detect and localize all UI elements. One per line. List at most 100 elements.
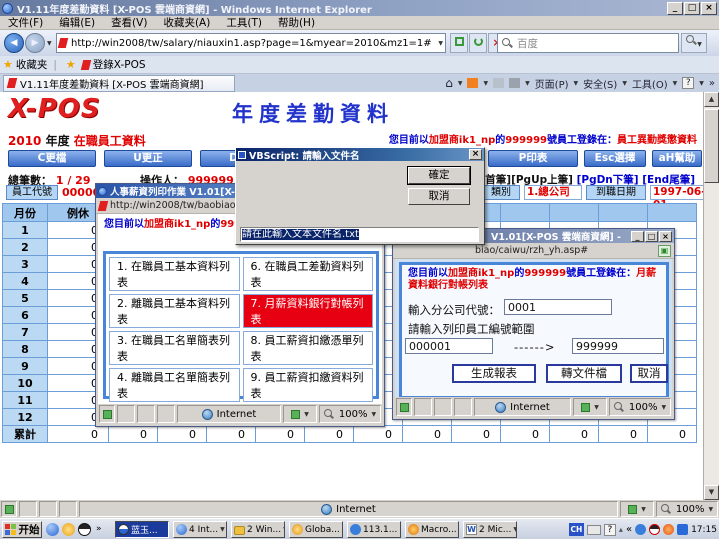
maximize-icon[interactable]: □ xyxy=(645,231,658,242)
toolbar-button-p[interactable]: P印表 xyxy=(488,150,578,167)
command-0[interactable]: 页面(P) xyxy=(535,76,569,91)
task-button-2[interactable]: 2 Win...▼ xyxy=(231,521,285,538)
print-menu-item[interactable]: 1. 在職員工基本資料列表 xyxy=(109,257,240,291)
favorites-label[interactable]: 收藏夹 xyxy=(16,57,48,72)
command-1[interactable]: 安全(S) xyxy=(583,76,617,91)
close-icon[interactable]: × xyxy=(469,149,482,160)
maximize-button[interactable]: □ xyxy=(684,2,700,15)
filename-input[interactable]: 請在此輸入文本文件名.txt xyxy=(240,227,479,242)
search-button[interactable]: ▼ xyxy=(681,33,707,53)
hire-date-value[interactable]: 1997-06-01 xyxy=(650,185,703,200)
quicklaunch-ie-icon[interactable] xyxy=(46,523,59,536)
menu-item-1[interactable]: 编辑(E) xyxy=(51,15,103,30)
tray-security-icon[interactable] xyxy=(663,524,674,535)
tray-qq-icon[interactable] xyxy=(649,524,660,535)
compatibility-view-icon[interactable] xyxy=(450,33,468,53)
tray-arrow-icon[interactable]: ▴ xyxy=(619,525,623,534)
task-button-5[interactable]: Macro... xyxy=(405,521,459,538)
tab-active[interactable]: V1.11年度差勤資料 [X-POS 雲端商資網] xyxy=(3,75,235,92)
close-button[interactable]: × xyxy=(701,2,717,15)
print-menu-item-selected[interactable]: 7. 月薪資料銀行對帳列表 xyxy=(243,294,374,328)
chevron-more-icon[interactable]: » xyxy=(709,78,715,89)
menu-item-0[interactable]: 文件(F) xyxy=(0,15,51,30)
toolbar-button-c[interactable]: C更檔 xyxy=(8,150,96,167)
feeds-icon[interactable] xyxy=(467,78,478,88)
ok-button[interactable]: 確定 xyxy=(408,167,470,184)
page-scrollbar[interactable]: ▲ ▼ xyxy=(703,92,719,500)
dropdown-icon[interactable]: ▼ xyxy=(673,80,678,87)
scroll-thumb[interactable] xyxy=(704,109,719,183)
protected-mode-segment[interactable]: ▼ xyxy=(283,405,317,423)
cancel-button[interactable]: 取消 xyxy=(408,188,470,205)
value-cell[interactable]: 0 xyxy=(256,426,305,443)
compatibility-view-icon[interactable]: ▣ xyxy=(658,245,671,257)
search-input[interactable]: 百度 xyxy=(497,33,679,53)
print-menu-item[interactable]: 6. 在職員工差勤資料列表 xyxy=(243,257,374,291)
scroll-down-icon[interactable]: ▼ xyxy=(704,485,719,500)
home-icon[interactable]: ⌂ xyxy=(445,76,453,90)
quicklaunch-chevron-icon[interactable]: » xyxy=(96,524,102,534)
value-cell[interactable]: 0 xyxy=(158,426,207,443)
branch-code-field[interactable]: 0001 xyxy=(504,299,612,315)
print-icon[interactable] xyxy=(509,78,520,88)
favorites-star-icon[interactable]: ★ xyxy=(3,58,13,71)
emp-to-field[interactable]: 999999 xyxy=(572,338,664,354)
language-indicator[interactable]: CH xyxy=(569,523,584,536)
quicklaunch-wangwang-icon[interactable] xyxy=(62,523,75,536)
print-menu-item[interactable]: 4. 離職員工名單簡表列表 xyxy=(109,368,240,402)
tray-scheduler-icon[interactable] xyxy=(677,524,688,535)
scroll-up-icon[interactable]: ▲ xyxy=(704,92,719,107)
close-icon[interactable]: × xyxy=(659,231,672,242)
menu-item-3[interactable]: 收藏夹(A) xyxy=(155,15,218,30)
emp-from-field[interactable]: 000001 xyxy=(405,338,493,354)
type-value[interactable]: 1.總公司 xyxy=(524,185,582,200)
value-cell[interactable]: 0 xyxy=(207,426,256,443)
quicklaunch-qq-icon[interactable] xyxy=(78,523,91,536)
value-cell[interactable]: 0 xyxy=(648,426,697,443)
generate-report-button[interactable]: 生成報表 xyxy=(452,364,536,383)
task-button-1[interactable]: 4 Int...▼ xyxy=(173,521,227,538)
dropdown-icon[interactable]: ▼ xyxy=(574,80,579,87)
address-bar[interactable]: http://win2008/tw/salary/niauxin1.asp?pa… xyxy=(56,33,446,53)
task-button-4[interactable]: 113.1... xyxy=(347,521,401,538)
menu-item-5[interactable]: 帮助(H) xyxy=(270,15,323,30)
protected-mode-segment[interactable]: ▼ xyxy=(573,398,607,416)
zoom-control[interactable]: 100%▼ xyxy=(319,405,381,423)
recent-pages-dropdown-icon[interactable]: ▼ xyxy=(47,40,52,47)
menu-item-2[interactable]: 查看(V) xyxy=(103,15,155,30)
value-cell[interactable]: 0 xyxy=(452,426,501,443)
back-button[interactable]: ◀ xyxy=(4,33,24,53)
value-cell[interactable]: 0 xyxy=(354,426,403,443)
zoom-control[interactable]: 100%▼ xyxy=(656,501,718,517)
cancel-button[interactable]: 取消 xyxy=(630,364,668,383)
task-button-6[interactable]: W2 Mic...▼ xyxy=(463,521,517,538)
print-menu-item[interactable]: 3. 在職員工名單簡表列表 xyxy=(109,331,240,365)
task-button-3[interactable]: Globa... xyxy=(289,521,343,538)
minimize-icon[interactable]: _ xyxy=(631,231,644,242)
value-cell[interactable]: 0 xyxy=(550,426,599,443)
protected-mode-segment[interactable]: ▼ xyxy=(620,501,654,517)
start-button[interactable]: 开始 xyxy=(2,521,42,538)
print-menu-item[interactable]: 2. 離職員工基本資料列表 xyxy=(109,294,240,328)
toolbar-button-esc[interactable]: Esc選擇 xyxy=(584,150,646,167)
window2-address-bar[interactable]: biao/caiwu/rzh_yh.asp# ▣ xyxy=(393,243,674,259)
tray-msn-icon[interactable] xyxy=(635,524,646,535)
forward-button[interactable]: ▶ xyxy=(25,33,45,53)
value-cell[interactable]: 0 xyxy=(501,426,550,443)
value-cell[interactable]: 0 xyxy=(305,426,354,443)
tray-collapse-icon[interactable]: « xyxy=(626,524,632,535)
task-button-0[interactable]: 蓝玉... xyxy=(115,521,169,538)
export-file-button[interactable]: 轉文件檔 xyxy=(546,364,622,383)
command-2[interactable]: 工具(O) xyxy=(632,76,668,91)
print-menu-item[interactable]: 8. 員工薪資扣繳憑單列表 xyxy=(243,331,374,365)
toolbar-button-u[interactable]: U更正 xyxy=(104,150,192,167)
add-favorite-icon[interactable]: ★ xyxy=(66,58,76,71)
dropdown-icon[interactable]: ▼ xyxy=(622,80,627,87)
keyboard-icon[interactable] xyxy=(587,525,601,535)
toolbar-button-ah[interactable]: aH幫助 xyxy=(652,150,702,167)
minimize-button[interactable]: _ xyxy=(667,2,683,15)
value-cell[interactable]: 0 xyxy=(109,426,158,443)
value-cell[interactable]: 0 xyxy=(48,426,109,443)
address-dropdown-icon[interactable]: ▼ xyxy=(438,40,443,47)
value-cell[interactable]: 0 xyxy=(599,426,648,443)
